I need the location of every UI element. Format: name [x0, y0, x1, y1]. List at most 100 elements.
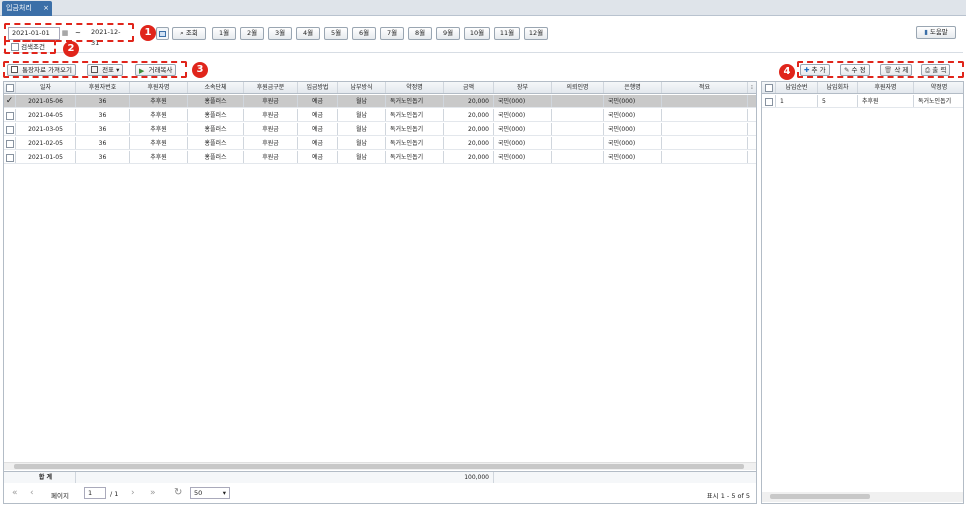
edit-button[interactable]: ✎ 수 정 [840, 64, 870, 76]
chevron-down-icon: ▾ [222, 489, 226, 497]
month-button-2[interactable]: 2월 [240, 27, 264, 40]
month-button-6[interactable]: 6월 [352, 27, 376, 40]
cell-amount: 20,000 [444, 95, 494, 107]
header-pledge-name[interactable]: 약정명 [386, 82, 444, 93]
table-row[interactable]: 2021-01-05 36 추후원 홍플러스 후원금 예금 월납 독거노인돕기 … [4, 151, 756, 164]
row-checkbox[interactable] [5, 125, 14, 134]
cell-date: 2021-02-05 [16, 137, 76, 149]
import-bankbook-button[interactable]: 통장자료 가져오기 [7, 64, 76, 76]
cell-bank-name: 국민(000) [604, 137, 662, 149]
help-button[interactable]: ▮ 도움말 [916, 26, 956, 39]
first-page-icon[interactable]: « [12, 488, 18, 498]
installment-grid: 납입순번 납입회차 후원자명 약정명 1 5 추후원 독거노인돕기 [761, 81, 964, 504]
row-checkbox[interactable] [5, 153, 14, 162]
annotation-box-2 [4, 40, 56, 54]
refresh-icon[interactable]: ↻ [174, 487, 182, 498]
row-checkbox-cell[interactable] [4, 109, 16, 121]
calendar-grid-icon[interactable] [156, 27, 169, 40]
header-organization[interactable]: 소속단체 [188, 82, 244, 93]
prev-page-icon[interactable]: ‹ [30, 488, 34, 498]
table-row[interactable]: 1 5 추후원 독거노인돕기 [762, 95, 963, 108]
row-checkbox[interactable] [764, 97, 773, 106]
header-pledge-name[interactable]: 약정명 [914, 82, 963, 93]
month-button-11[interactable]: 11월 [494, 27, 520, 40]
add-button[interactable]: ✚ 추 가 [800, 64, 830, 76]
table-row[interactable]: 2021-04-05 36 추후원 홍플러스 후원금 예금 월납 독거노인돕기 … [4, 109, 756, 122]
tab-deposit-processing[interactable]: 입금처리 × [2, 1, 52, 16]
header-amount[interactable]: 금액 [444, 82, 494, 93]
cell-pledge-name: 독거노인돕기 [386, 95, 444, 107]
header-installment-round[interactable]: 납입회차 [818, 82, 858, 93]
voucher-dropdown[interactable]: 전표 ▾ [87, 64, 124, 76]
month-button-9[interactable]: 9월 [436, 27, 460, 40]
delete-button-label: 삭 제 [894, 66, 909, 74]
copy-transaction-label: 거래복사 [148, 66, 173, 74]
row-checkbox[interactable]: ✓ [4, 95, 16, 107]
search-button[interactable]: ⌕ 조회 [172, 27, 206, 40]
last-page-icon[interactable]: » [150, 488, 156, 498]
table-row[interactable]: 2021-02-05 36 추후원 홍플러스 후원금 예금 월납 독거노인돕기 … [4, 137, 756, 150]
trash-icon: 🗑 [884, 66, 893, 74]
copy-icon: ▶ [139, 67, 145, 75]
cell-organization: 홍플러스 [188, 95, 244, 107]
header-sponsor-no[interactable]: 후원자번호 [76, 82, 130, 93]
header-ledger[interactable]: 장부 [494, 82, 552, 93]
month-button-8[interactable]: 8월 [408, 27, 432, 40]
delete-button[interactable]: 🗑 삭 제 [880, 64, 913, 76]
row-checkbox-cell[interactable] [4, 137, 16, 149]
cell-payment-method: 월납 [338, 123, 386, 135]
pagination-bar: « ‹ 페이지 1 / 1 › » ↻ 50 ▾ 표시 1 - 5 of 5 [4, 484, 756, 503]
month-button-10[interactable]: 10월 [464, 27, 490, 40]
copy-transaction-button[interactable]: ▶ 거래복사 [135, 64, 177, 76]
row-checkbox-cell[interactable] [762, 95, 776, 107]
row-checkbox-cell[interactable] [4, 151, 16, 163]
cell-sponsor-no: 36 [76, 95, 130, 107]
month-button-7[interactable]: 7월 [380, 27, 404, 40]
page-input[interactable]: 1 [84, 487, 106, 499]
cell-ledger: 국민(000) [494, 109, 552, 121]
month-button-4[interactable]: 4월 [296, 27, 320, 40]
row-checkbox[interactable] [5, 111, 14, 120]
header-sponsor-name[interactable]: 후원자명 [858, 82, 914, 93]
print-button[interactable]: ⎙ 출 력 [921, 64, 951, 76]
cell-deposit-method: 예금 [298, 109, 338, 121]
header-checkbox-cell[interactable] [4, 82, 16, 93]
header-installment-seq[interactable]: 납입순번 [776, 82, 818, 93]
header-payment-method[interactable]: 납부방식 [338, 82, 386, 93]
grid-header: 일자 후원자번호 후원자명 소속단체 후원금구분 입금방법 납부방식 약정명 금… [4, 82, 756, 94]
select-all-checkbox[interactable] [5, 83, 14, 92]
header-memo[interactable]: 적요 [662, 82, 748, 93]
scrollbar-thumb[interactable] [14, 464, 744, 469]
page-size-select[interactable]: 50 ▾ [190, 487, 230, 499]
header-client-name[interactable]: 의뢰인명 [552, 82, 604, 93]
header-date[interactable]: 일자 [16, 82, 76, 93]
row-checkbox-cell[interactable] [4, 123, 16, 135]
cell-bank-name: 국민(000) [604, 123, 662, 135]
scrollbar-thumb[interactable] [770, 494, 870, 499]
cell-pledge-name: 독거노인돕기 [386, 109, 444, 121]
month-button-5[interactable]: 5월 [324, 27, 348, 40]
cell-sponsor-name: 추후원 [130, 95, 188, 107]
table-row[interactable]: 2021-03-05 36 추후원 홍플러스 후원금 예금 월납 독거노인돕기 … [4, 123, 756, 136]
header-sponsor-name[interactable]: 후원자명 [130, 82, 188, 93]
table-row[interactable]: ✓ 2021-05-06 36 추후원 홍플러스 후원금 예금 월납 독거노인돕… [4, 95, 756, 108]
header-bank-name[interactable]: 은행명 [604, 82, 662, 93]
horizontal-scrollbar[interactable] [762, 492, 963, 502]
header-deposit-method[interactable]: 입금방법 [298, 82, 338, 93]
close-icon[interactable]: × [43, 1, 49, 16]
cell-organization: 홍플러스 [188, 151, 244, 163]
month-button-3[interactable]: 3월 [268, 27, 292, 40]
row-checkbox[interactable] [5, 139, 14, 148]
cell-ledger: 국민(000) [494, 95, 552, 107]
header-checkbox-cell[interactable] [762, 82, 776, 93]
cell-amount: 20,000 [444, 109, 494, 121]
select-all-checkbox[interactable] [764, 83, 773, 92]
cell-ledger: 국민(000) [494, 137, 552, 149]
horizontal-scrollbar[interactable] [4, 462, 756, 470]
cell-memo [662, 151, 748, 163]
cell-pledge-name: 독거노인돕기 [386, 123, 444, 135]
month-button-12[interactable]: 12월 [524, 27, 548, 40]
month-button-1[interactable]: 1월 [212, 27, 236, 40]
header-donation-type[interactable]: 후원금구분 [244, 82, 298, 93]
next-page-icon[interactable]: › [131, 488, 135, 498]
